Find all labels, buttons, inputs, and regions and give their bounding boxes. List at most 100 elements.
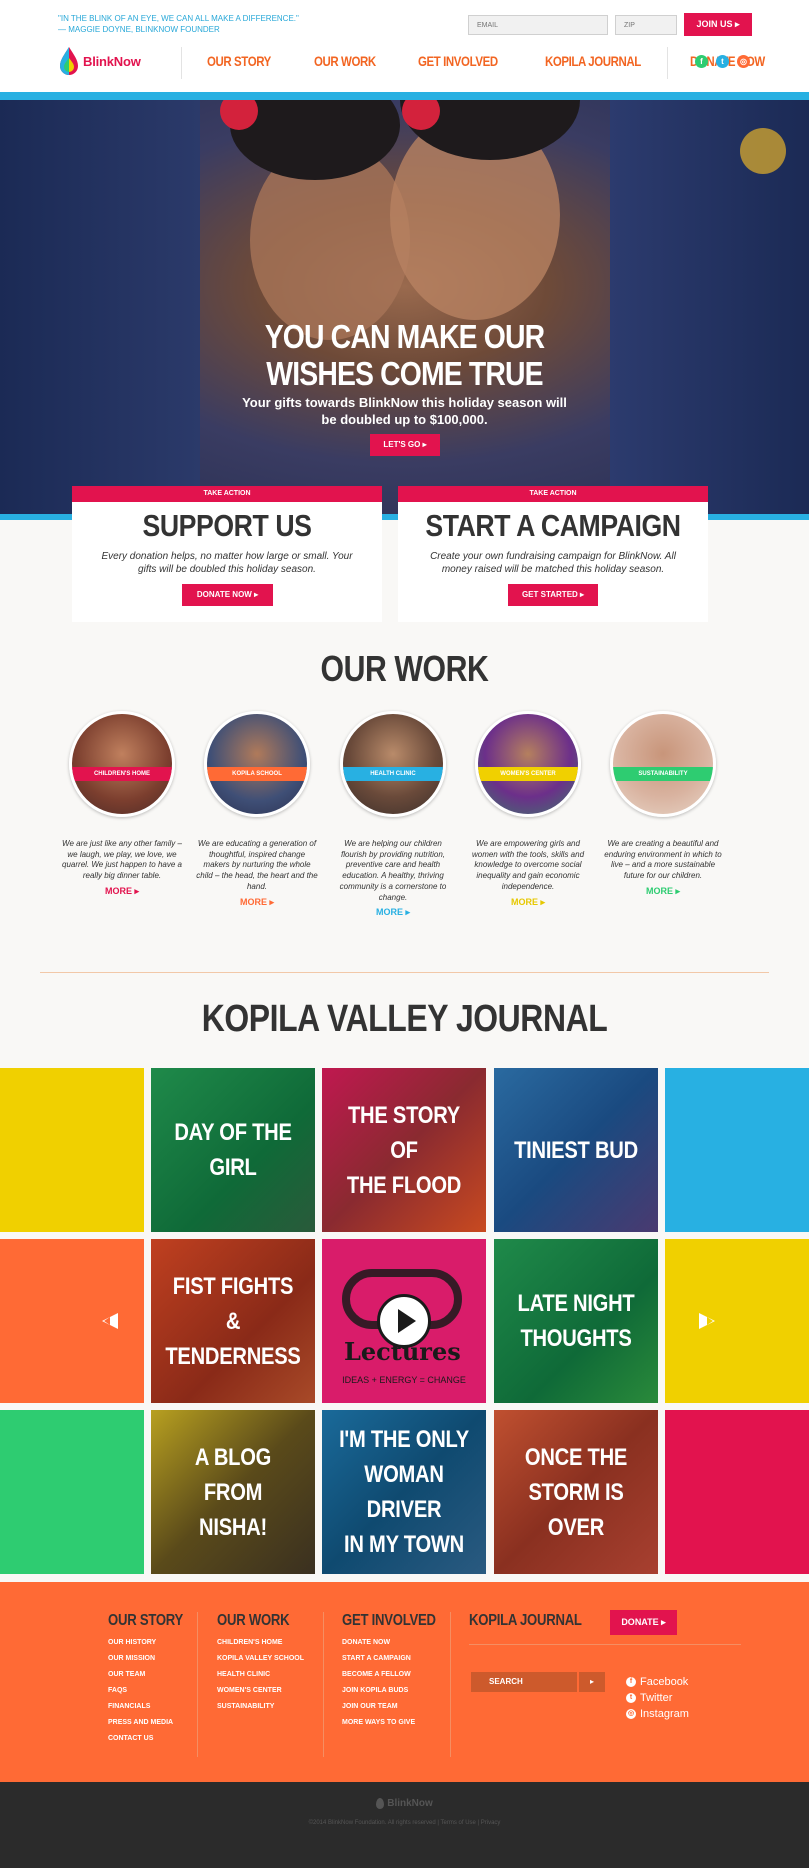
womens-center-photo[interactable]: WOMEN'S CENTER [475,711,581,817]
footer-col-get-involved: GET INVOLVED DONATE NOW START A CAMPAIGN… [342,1612,456,1726]
next-tile[interactable] [665,1239,809,1403]
work-description: We are empowering girls and women with t… [471,839,585,891]
bottom-bar: BlinkNow ©2014 BlinkNow Foundation. All … [0,1782,809,1868]
work-item-health-clinic[interactable]: HEALTH CLINIC We are helping our childre… [331,711,455,918]
more-link[interactable]: MORE ▸ [60,886,184,897]
post-title-line: DAY OF THE [174,1119,292,1146]
footer-link[interactable]: FINANCIALS [108,1703,200,1710]
footer-link[interactable]: WOMEN'S CENTER [217,1687,305,1694]
start-campaign-card: TAKE ACTION START A CAMPAIGN Create your… [398,486,708,622]
nav-our-story[interactable]: OUR STORY [207,53,271,69]
footer-link[interactable]: JOIN OUR TEAM [342,1703,456,1710]
footer-facebook-link[interactable]: f Facebook [626,1676,688,1688]
play-button[interactable] [377,1294,431,1348]
arrow-left-icon[interactable] [100,1311,120,1331]
journal-post-tiniest-bud[interactable]: TINIEST BUD [494,1068,658,1232]
post-title: TINIEST BUD [507,1068,645,1232]
journal-post-story-of-the-flood[interactable]: THE STORY OF THE FLOOD [322,1068,486,1232]
footer-link[interactable]: DONATE NOW [342,1639,456,1646]
footer-link[interactable]: MORE WAYS TO GIVE [342,1719,456,1726]
journal-post-day-of-the-girl[interactable]: DAY OF THE GIRL [151,1068,315,1232]
divider [667,47,668,79]
prev-tile[interactable] [0,1239,144,1403]
get-started-button[interactable]: GET STARTED ▸ [508,584,598,606]
video-subtitle: IDEAS + ENERGY = CHANGE [342,1375,466,1385]
journal-post-fist-fights[interactable]: FIST FIGHTS & TENDERNESS [151,1239,315,1403]
footer-link[interactable]: JOIN KOPILA BUDS [342,1687,456,1694]
hero-photo-shape [740,128,786,174]
post-title: DAY OF THE GIRL [164,1068,302,1232]
post-title-line: FIST FIGHTS & [172,1272,294,1335]
work-label: KOPILA SCHOOL [207,767,307,781]
more-link[interactable]: MORE ▸ [195,897,319,908]
card-title: SUPPORT US [142,508,312,543]
footer-search-input[interactable]: SEARCH [471,1672,577,1692]
health-clinic-photo[interactable]: HEALTH CLINIC [340,711,446,817]
sustainability-photo[interactable]: SUSTAINABILITY [610,711,716,817]
footer-link[interactable]: SUSTAINABILITY [217,1703,305,1710]
lets-go-button[interactable]: LET'S GO ▸ [370,434,440,456]
footer-link[interactable]: HEALTH CLINIC [217,1671,305,1678]
copyright: ©2014 BlinkNow Foundation. All rights re… [308,1820,501,1826]
journal-video-tile[interactable]: Lectures IDEAS + ENERGY = CHANGE [322,1239,486,1403]
founder-quote: "IN THE BLINK OF AN EYE, WE CAN ALL MAKE… [58,13,299,35]
post-title-line: I'M THE ONLY [339,1426,469,1453]
footer-heading: OUR STORY [108,1612,184,1629]
arrow-right-icon[interactable] [697,1311,717,1331]
footer-twitter-link[interactable]: t Twitter [626,1692,672,1704]
footer-logo[interactable]: BlinkNow [0,1798,809,1809]
footer-instagram-link[interactable]: ◎ Instagram [626,1708,689,1720]
footer-link[interactable]: OUR HISTORY [108,1639,200,1646]
work-item-kopila-school[interactable]: KOPILA SCHOOL We are educating a generat… [195,711,319,908]
footer-heading[interactable]: KOPILA JOURNAL [469,1612,582,1630]
zip-field[interactable] [615,15,677,35]
color-tile [0,1410,144,1574]
logo-text: BlinkNow [83,53,141,69]
footer-link[interactable]: START A CAMPAIGN [342,1655,456,1662]
hero-subtitle-line: be doubled up to $100,000. [321,412,488,427]
footer-link[interactable]: KOPILA VALLEY SCHOOL [217,1655,305,1662]
footer-link[interactable]: BECOME A FELLOW [342,1671,456,1678]
footer-link[interactable]: FAQS [108,1687,200,1694]
nav-our-work[interactable]: OUR WORK [314,53,376,69]
instagram-icon[interactable]: ◎ [737,55,750,68]
donate-now-button[interactable]: DONATE NOW ▸ [182,584,273,606]
post-title-line: STORM IS OVER [528,1478,624,1541]
section-divider [40,972,769,973]
work-label: CHILDREN'S HOME [72,767,172,781]
nav-kopila-journal[interactable]: KOPILA JOURNAL [545,53,641,69]
more-link[interactable]: MORE ▸ [331,907,455,918]
journal-post-late-night-thoughts[interactable]: LATE NIGHT THOUGHTS [494,1239,658,1403]
twitter-icon[interactable]: t [716,55,729,68]
instagram-icon: ◎ [626,1709,636,1719]
join-us-button[interactable]: JOIN US ▸ [684,13,752,36]
facebook-icon[interactable]: f [695,55,708,68]
more-link[interactable]: MORE ▸ [466,897,590,908]
childrens-home-photo[interactable]: CHILDREN'S HOME [69,711,175,817]
footer-link[interactable]: CHILDREN'S HOME [217,1639,305,1646]
nav-get-involved[interactable]: GET INVOLVED [418,53,498,69]
blinknow-logo[interactable]: BlinkNow [58,46,141,76]
footer-link[interactable]: PRESS AND MEDIA [108,1719,200,1726]
journal-post-once-the-storm-is-over[interactable]: ONCE THE STORM IS OVER [494,1410,658,1574]
card-text-line: money raised will be matched this holida… [441,564,665,575]
footer-link[interactable]: CONTACT US [108,1735,200,1742]
journal-post-only-woman-driver[interactable]: I'M THE ONLY WOMAN DRIVER IN MY TOWN [322,1410,486,1574]
logo-drop-icon [376,1798,385,1809]
twitter-icon: t [626,1693,636,1703]
work-item-sustainability[interactable]: SUSTAINABILITY We are creating a beautif… [601,711,725,897]
search-submit-button[interactable]: ▸ [579,1672,605,1692]
work-item-womens-center[interactable]: WOMEN'S CENTER We are empowering girls a… [466,711,590,908]
footer-donate-button[interactable]: DONATE ▸ [610,1610,677,1635]
work-item-childrens-home[interactable]: CHILDREN'S HOME We are just like any oth… [60,711,184,897]
journal-post-blog-from-nisha[interactable]: A BLOG FROM NISHA! [151,1410,315,1574]
footer-link[interactable]: OUR TEAM [108,1671,200,1678]
card-tag: TAKE ACTION [72,486,382,502]
more-link[interactable]: MORE ▸ [601,886,725,897]
footer-link[interactable]: OUR MISSION [108,1655,200,1662]
kopila-school-photo[interactable]: KOPILA SCHOOL [204,711,310,817]
hero-title-line: YOU CAN MAKE OUR [264,318,545,355]
card-text: Every donation helps, no matter how larg… [72,550,382,576]
email-field[interactable] [468,15,608,35]
quote-attribution: — MAGGIE DOYNE, BLINKNOW FOUNDER [58,25,220,34]
